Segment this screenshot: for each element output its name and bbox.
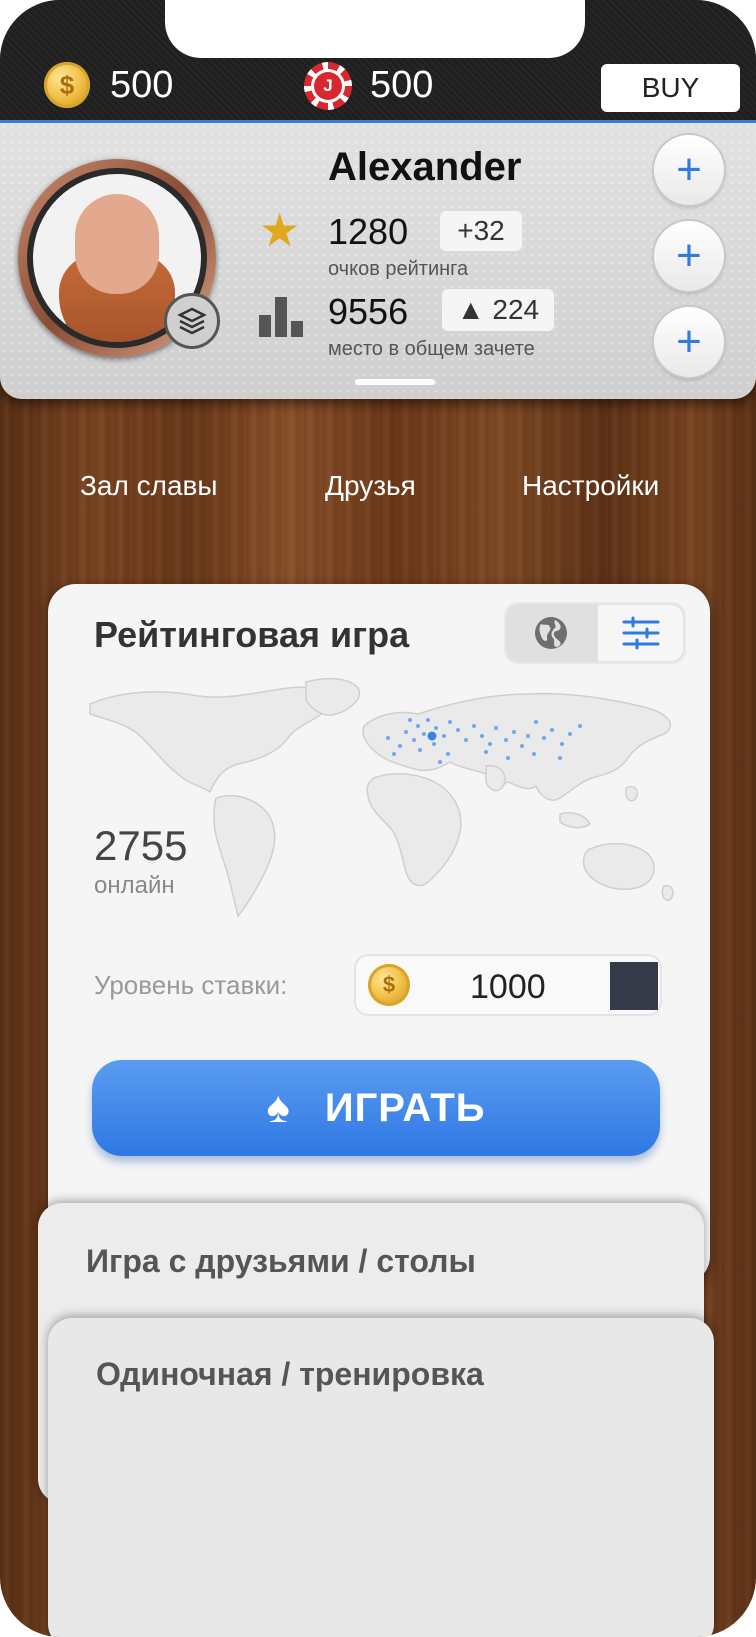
online-count: 2755: [94, 822, 188, 869]
chip-letter: J: [314, 72, 342, 100]
add-item-button[interactable]: +: [654, 307, 724, 377]
globe-view-button[interactable]: [504, 602, 598, 664]
coins-amount: 500: [110, 64, 174, 106]
bar-chart-icon-bar: [275, 297, 287, 337]
chips-amount: 500: [370, 64, 434, 106]
rating-value: 1280: [328, 211, 409, 252]
map-view-toggle: [504, 602, 686, 664]
avatar-face: [75, 194, 159, 294]
bar-chart-icon-bar: [291, 321, 303, 337]
spade-icon: ♠: [266, 1083, 291, 1132]
stake-selector[interactable]: $ 1000: [354, 954, 662, 1016]
add-chips-button[interactable]: +: [654, 221, 724, 291]
level-badge-icon: [164, 293, 220, 349]
world-map: [89, 677, 674, 918]
panel-drag-handle[interactable]: [355, 379, 435, 385]
plus-icon: +: [676, 317, 702, 366]
buy-button[interactable]: BUY: [601, 64, 740, 112]
stake-value: 1000: [470, 968, 546, 1006]
profile-panel: Alexander ★ 1280 +32 очков рейтинга 9556…: [0, 123, 756, 399]
nav-friends[interactable]: Друзья: [325, 470, 416, 502]
app-screen: $ 500 J 500 BUY Alexander ★ 1280 +32 очк…: [0, 0, 756, 1637]
single-game-title: Одиночная / тренировка: [96, 1356, 484, 1392]
nav-hall-of-fame[interactable]: Зал славы: [80, 470, 218, 502]
bar-chart-icon-bar: [259, 315, 271, 337]
play-button[interactable]: ♠ ИГРАТЬ: [92, 1060, 660, 1156]
poker-chip-icon: J: [304, 62, 352, 110]
friends-game-title: Игра с друзьями / столы: [86, 1243, 476, 1279]
device-notch: [165, 0, 585, 58]
online-label: онлайн: [94, 872, 175, 899]
nav-settings[interactable]: Настройки: [522, 470, 659, 502]
rating-delta-badge: +32: [440, 211, 522, 251]
top-bar: $ 500 J 500 BUY: [0, 0, 756, 123]
plus-icon: +: [676, 231, 702, 280]
single-game-card[interactable]: Одиночная / тренировка: [48, 1318, 714, 1637]
bar-chart-icon: [259, 291, 305, 337]
rating-label: очков рейтинга: [328, 258, 469, 280]
globe-icon: [535, 617, 567, 649]
place-label: место в общем зачете: [328, 338, 535, 360]
place-delta-badge: ▲ 224: [442, 289, 554, 331]
stake-label: Уровень ставки:: [94, 970, 288, 1000]
coin-icon: $: [368, 964, 410, 1006]
coin-symbol: $: [59, 69, 75, 100]
filter-icon: [622, 616, 659, 650]
coin-icon: $: [44, 62, 90, 108]
plus-icon: +: [676, 145, 702, 194]
ranked-game-card: Рейтинговая игра 2755 онлайн Уровень ста…: [48, 584, 710, 1284]
avatar[interactable]: [18, 159, 220, 357]
ranked-game-title: Рейтинговая игра: [94, 614, 410, 655]
star-icon: ★: [259, 204, 301, 256]
add-coins-button[interactable]: +: [654, 135, 724, 205]
stake-dropdown-handle[interactable]: [610, 962, 658, 1010]
coin-symbol: $: [382, 972, 396, 997]
play-button-label: ИГРАТЬ: [324, 1085, 486, 1130]
place-value: 9556: [328, 291, 409, 332]
filter-view-button[interactable]: [598, 605, 683, 661]
player-name: Alexander: [328, 145, 522, 189]
